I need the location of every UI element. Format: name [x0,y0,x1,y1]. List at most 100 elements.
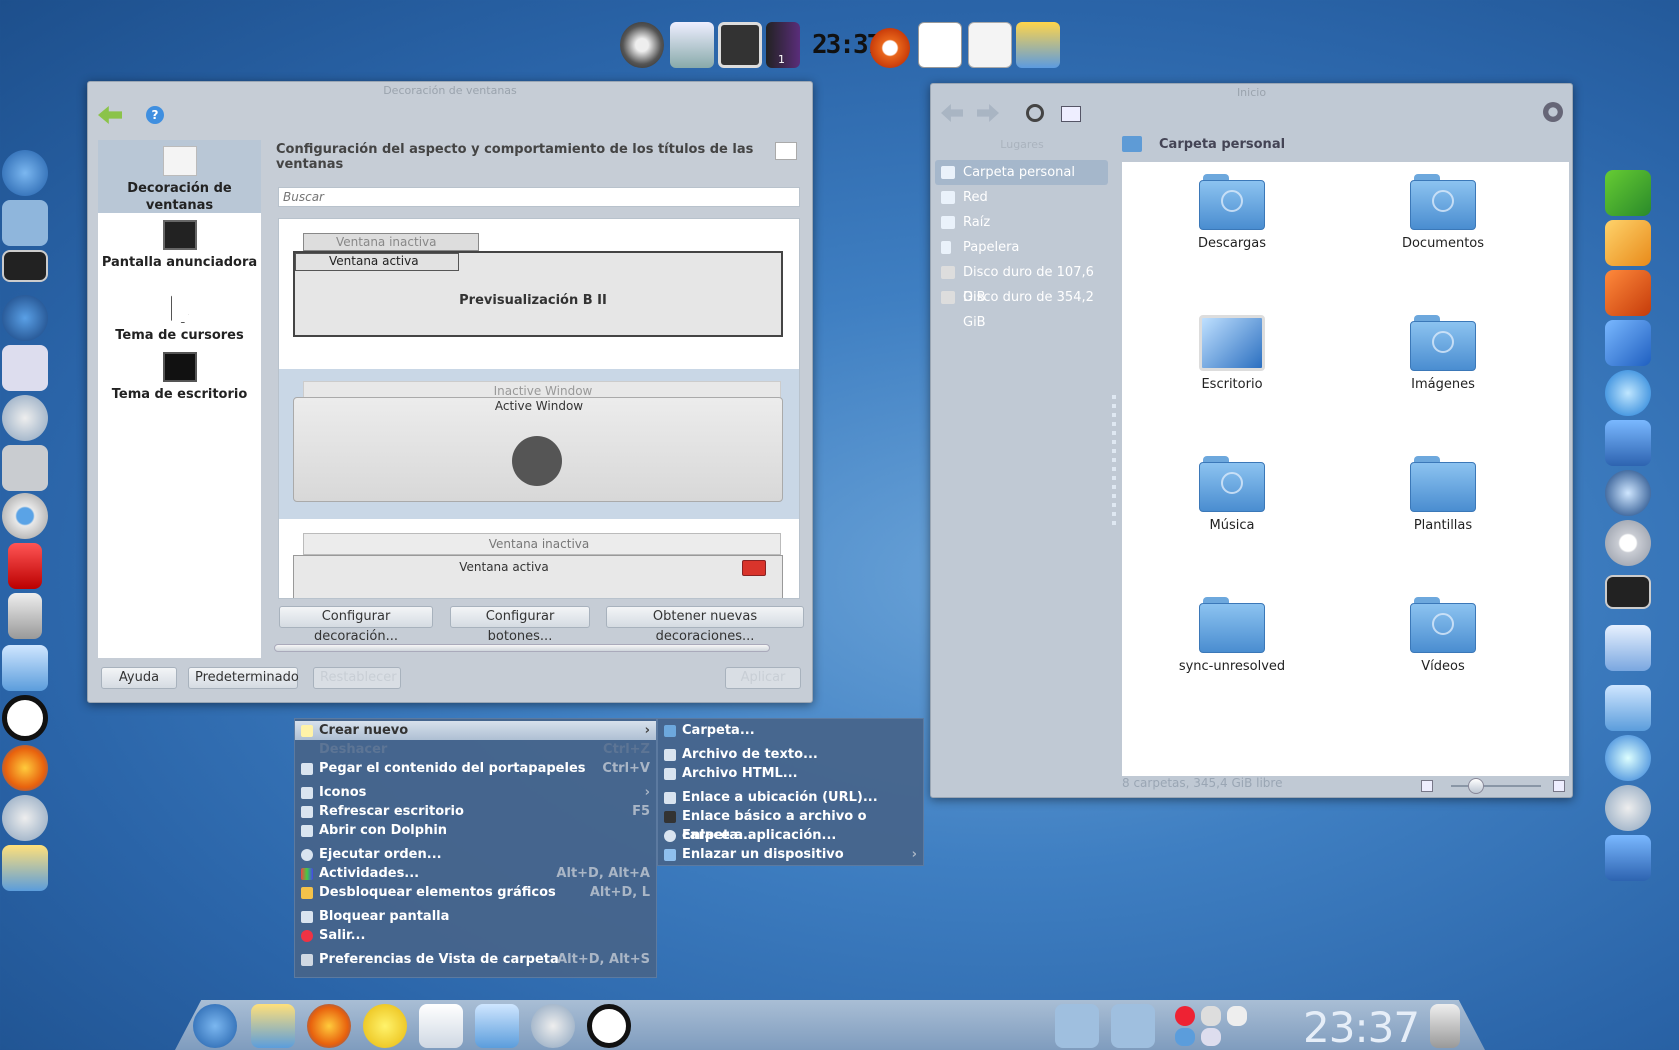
place-home[interactable]: Carpeta personal [935,160,1108,185]
category-splash-screen[interactable]: Pantalla anunciadora [98,220,261,271]
folder-item[interactable]: Descargas [1147,174,1317,251]
place-network[interactable]: Red [935,185,1108,210]
menu-item-unlock-widgets[interactable]: Desbloquear elementos gráficos Alt+D, L [295,883,656,902]
submenu-item-device-link[interactable]: Enlazar un dispositivo › [658,845,923,864]
camera-icon[interactable] [2,445,48,491]
terminal-icon[interactable] [1605,575,1651,609]
settings-icon[interactable] [2,395,48,441]
folder-item[interactable]: Documentos [1358,174,1528,251]
folder-home-icon[interactable] [2,200,48,246]
amarok-icon[interactable] [2,695,48,741]
configure-buttons-button[interactable]: Configurar botones... [450,606,590,644]
horizontal-scrollbar[interactable] [274,644,770,652]
search-input[interactable] [278,187,800,207]
submenu-item-app-link[interactable]: Enlace a aplicación... [658,826,923,845]
finder-icon[interactable] [1605,420,1651,466]
decoration-list[interactable]: Ventana inactiva Ventana activa Previsua… [278,218,800,599]
category-desktop-theme[interactable]: Tema de escritorio [98,352,261,403]
menu-item-undo[interactable]: Deshacer Ctrl+Z [295,740,656,759]
menu-item-activities[interactable]: Actividades... Alt+D, Alt+A [295,864,656,883]
folder-item[interactable]: Plantillas [1358,456,1528,533]
calendar-icon[interactable] [918,22,962,68]
submenu-item-url-link[interactable]: Enlace a ubicación (URL)... [658,788,923,807]
menu-item-logout[interactable]: Salir... [295,926,656,945]
ubuntu-icon[interactable] [870,28,910,68]
place-disk-2[interactable]: Disco duro de 354,2 GiB [935,285,1108,330]
update-icon[interactable] [1175,1006,1195,1026]
menu-item-create-new[interactable]: Crear nuevo › [295,721,656,740]
submenu-item-html-file[interactable]: Archivo HTML... [658,764,923,783]
file-manager-icon[interactable] [251,1004,295,1048]
notes-icon[interactable] [1605,625,1651,671]
zoom-slider-handle[interactable] [1468,778,1484,794]
media-player-icon[interactable] [475,1004,519,1048]
office-writer-icon[interactable] [1605,320,1651,366]
mail-icon[interactable] [419,1004,463,1048]
file-view[interactable]: Descargas Documentos Escritorio Imágenes… [1122,162,1569,776]
menu-item-refresh[interactable]: Refrescar escritorio F5 [295,802,656,821]
place-disk-1[interactable]: Disco duro de 107,6 GiB [935,260,1108,305]
zoom-out-icon[interactable] [1421,780,1433,792]
editor-icon[interactable] [2,345,48,391]
scissors-icon[interactable] [1201,1006,1221,1026]
category-cursor-theme[interactable]: Tema de cursores [98,295,261,344]
music-icon[interactable] [1605,735,1651,781]
folder-item[interactable]: Música [1147,456,1317,533]
media-player-icon[interactable] [1605,685,1651,731]
breadcrumb[interactable]: Carpeta personal [1159,137,1285,152]
menu-item-icons[interactable]: Iconos › [295,783,656,802]
menu-item-run-command[interactable]: Ejecutar orden... [295,845,656,864]
trash-icon[interactable] [8,593,42,639]
category-window-decoration[interactable]: Decoración de ventanas [98,146,261,214]
power-icon[interactable] [620,22,664,68]
zoom-in-icon[interactable] [1553,780,1565,792]
view-mode-icon[interactable] [1061,106,1081,122]
place-root[interactable]: Raíz [935,210,1108,235]
text-editor-icon[interactable] [968,22,1012,68]
browser-icon[interactable] [1605,470,1651,516]
firefox-icon[interactable] [2,745,48,791]
kde-menu-icon[interactable] [193,1004,237,1048]
submenu-item-text-file[interactable]: Archivo de texto... [658,745,923,764]
decoration-preview-classic[interactable]: Ventana inactiva Ventana activa [279,519,799,598]
system-settings-icon[interactable] [531,1004,575,1048]
menu-item-lock-screen[interactable]: Bloquear pantalla [295,907,656,926]
forward-icon[interactable] [977,104,999,122]
submenu-item-file-link[interactable]: Enlace básico a archivo o carpeta... [658,807,923,843]
menu-item-folder-view-prefs[interactable]: Preferencias de Vista de carpeta Alt+D, A… [295,950,656,969]
battery-icon[interactable] [1227,1006,1247,1026]
office-draw-icon[interactable] [1605,220,1651,266]
get-new-decorations-button[interactable]: Obtener nuevas decoraciones... [606,606,804,644]
gear-icon[interactable] [1543,102,1563,122]
gear-icon[interactable] [1605,520,1651,566]
place-trash[interactable]: Papelera [935,235,1108,260]
amarok-icon[interactable] [587,1004,631,1048]
trash-icon[interactable] [1430,1004,1460,1048]
menu-item-open-dolphin[interactable]: Abrir con Dolphin [295,821,656,840]
chat-icon[interactable] [363,1004,407,1048]
reset-button[interactable]: Restablecer [313,667,401,689]
folder-item[interactable]: Imágenes [1358,315,1528,392]
zoom-slider[interactable] [1451,785,1541,787]
kde-menu-icon[interactable] [2,150,48,196]
back-icon[interactable] [941,104,963,122]
decoration-preview-oxygen[interactable]: Inactive Window Active Window [279,369,799,519]
submenu-item-folder[interactable]: Carpeta... [658,721,923,740]
office-impress-icon[interactable] [1605,270,1651,316]
decoration-preview-b2[interactable]: Ventana inactiva Ventana activa Previsua… [279,219,799,364]
globe-icon[interactable] [2,295,48,341]
help-button[interactable]: Ayuda [101,667,177,689]
messenger-icon[interactable] [1605,370,1651,416]
media-player-icon[interactable] [2,645,48,691]
back-arrow-icon[interactable] [98,106,122,124]
play-icon[interactable] [1175,1028,1195,1046]
panel-clock[interactable]: 23:37 [1303,1003,1420,1050]
defaults-button[interactable]: Predeterminado [188,667,299,689]
help-icon[interactable]: ? [146,106,164,124]
folder-item[interactable]: sync-unresolved [1147,597,1317,674]
finder-icon[interactable] [1605,835,1651,881]
configure-decoration-button[interactable]: Configurar decoración... [279,606,433,644]
terminal-icon[interactable] [718,22,762,68]
firefox-icon[interactable] [307,1004,351,1048]
file-manager-icon[interactable] [2,845,48,891]
